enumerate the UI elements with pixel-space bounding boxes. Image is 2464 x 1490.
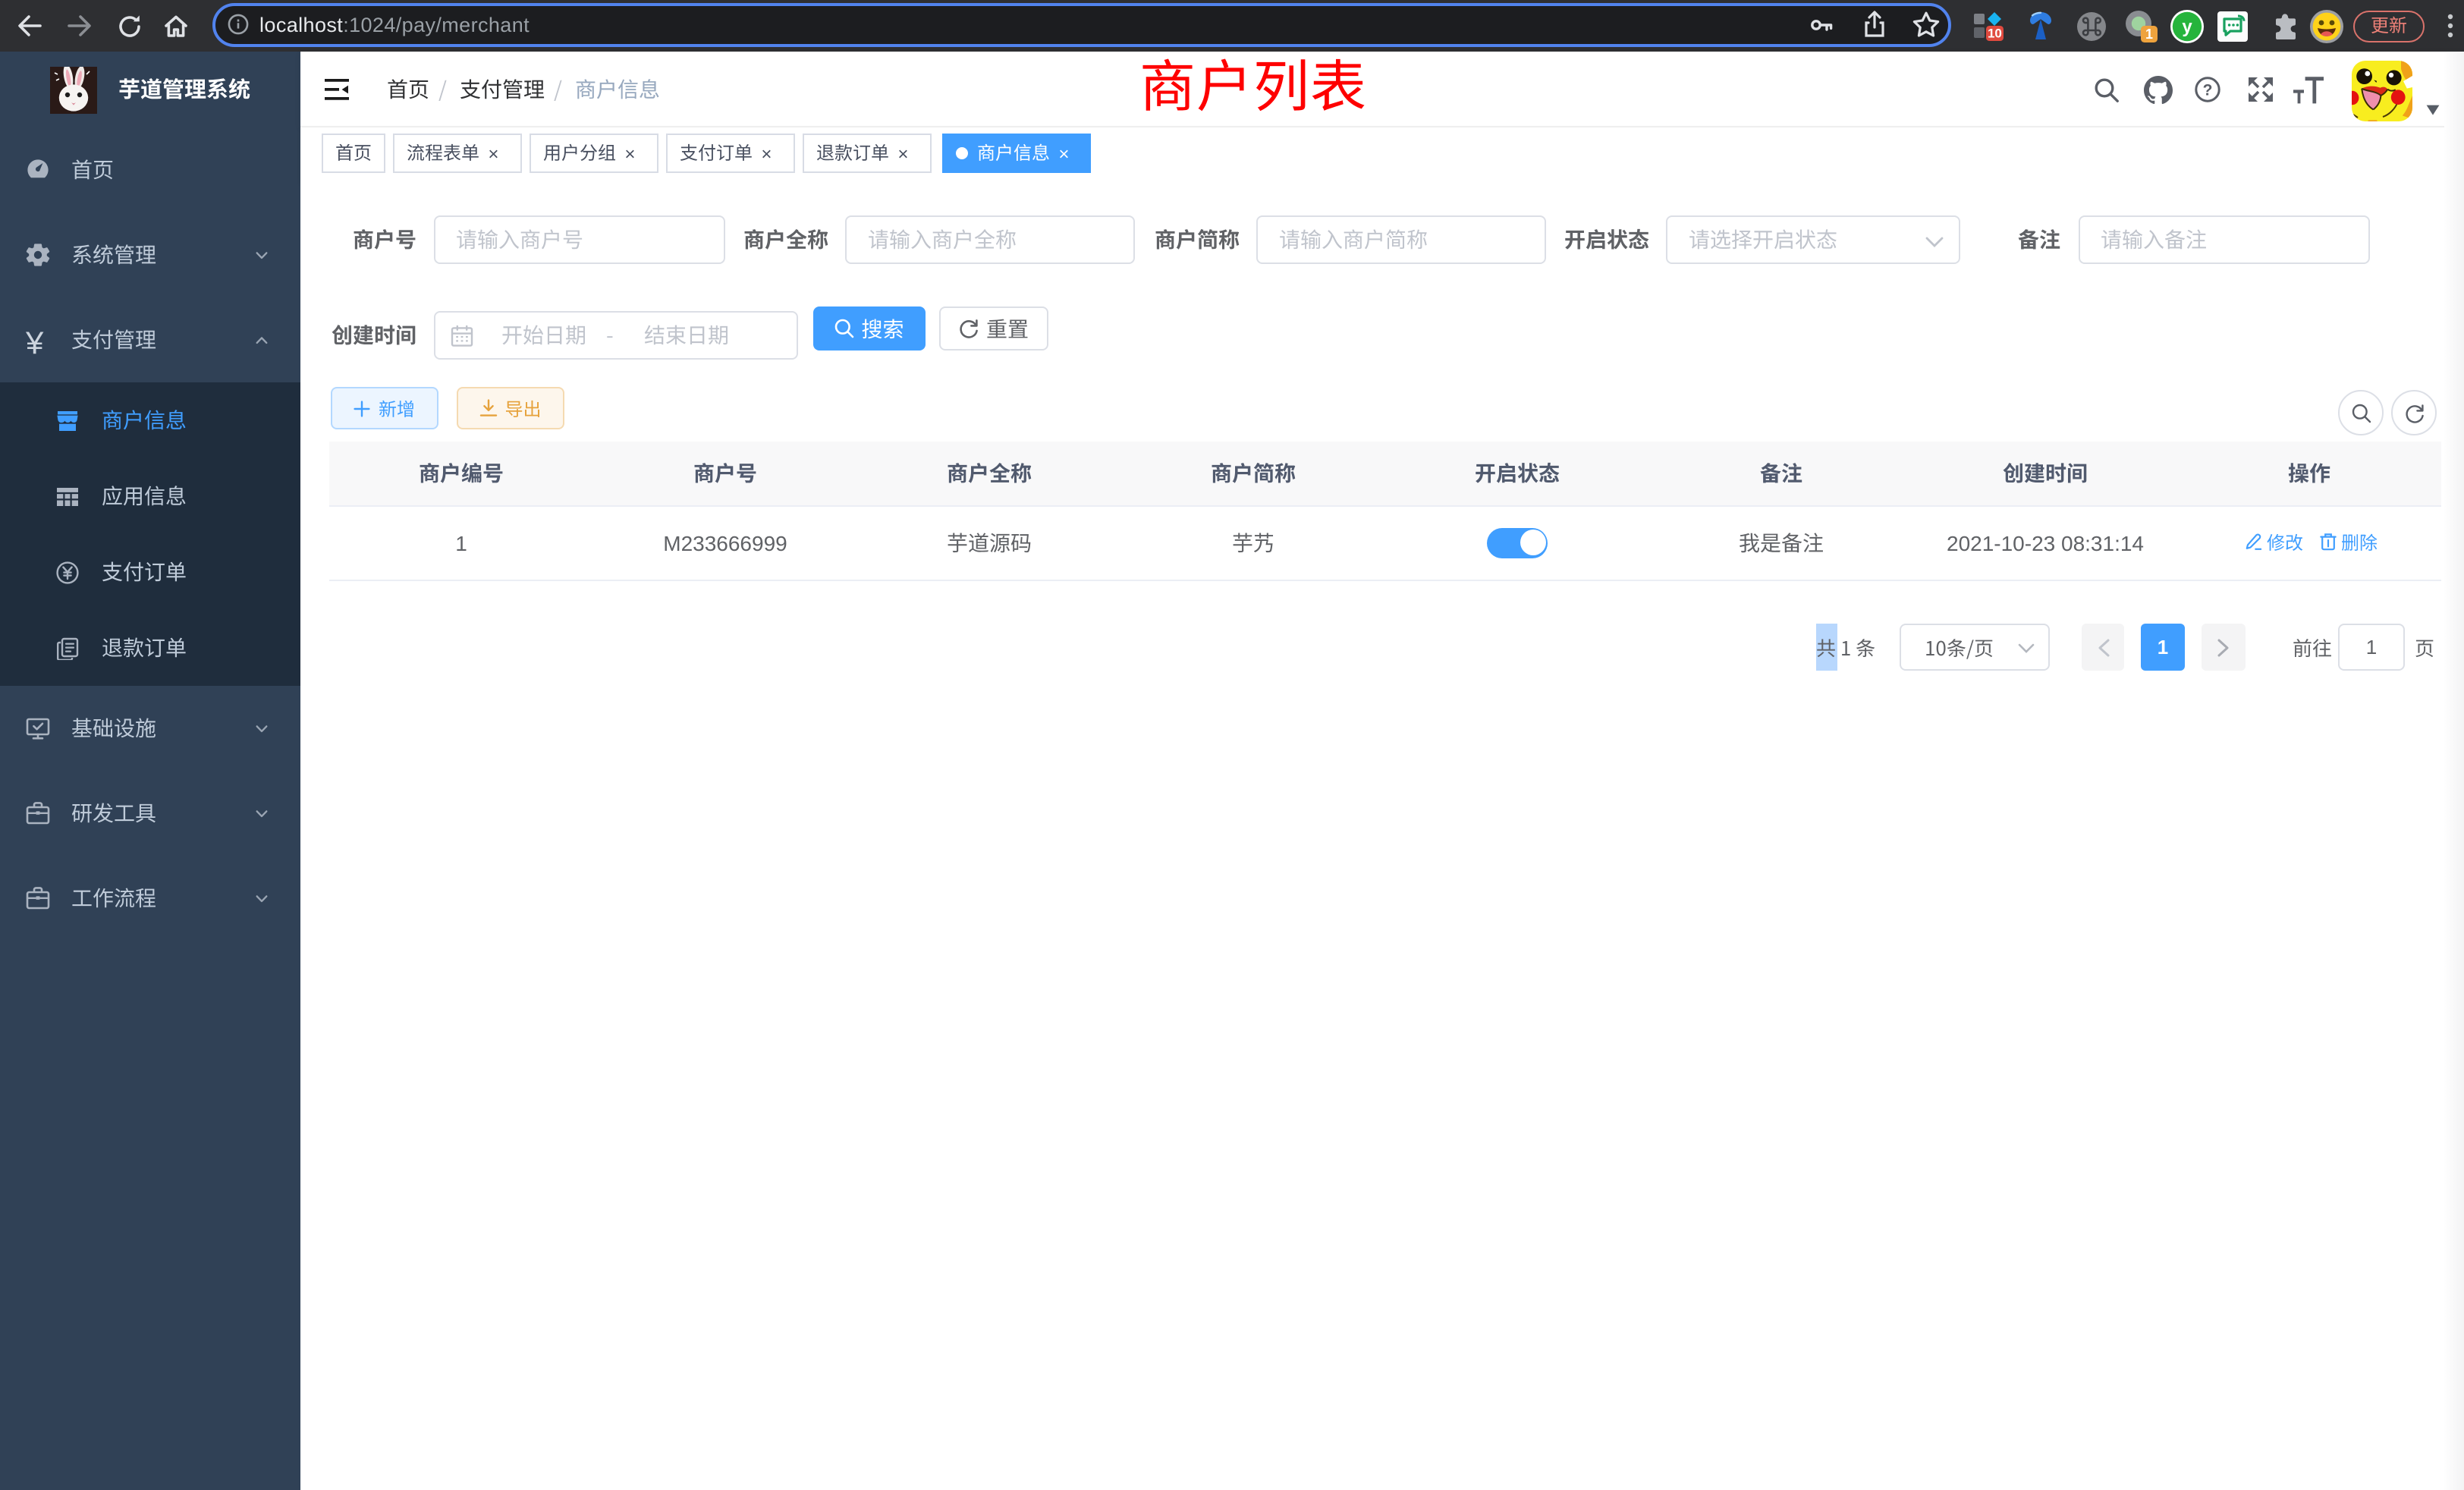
svg-text:?: ? — [2203, 81, 2213, 99]
svg-text:y: y — [2181, 16, 2192, 36]
svg-text:1: 1 — [2145, 26, 2153, 41]
svg-text:10: 10 — [1988, 27, 2002, 41]
